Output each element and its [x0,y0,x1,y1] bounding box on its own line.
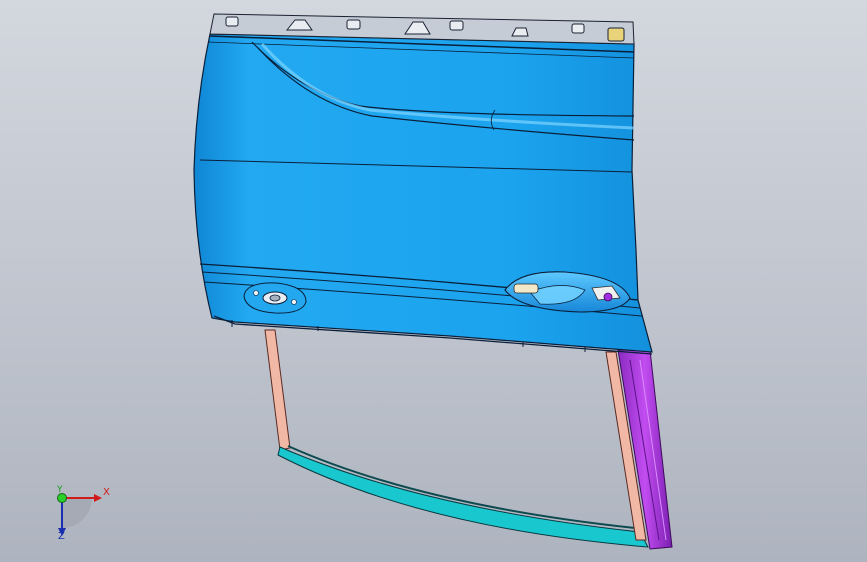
window-frame-bottom-channel [277,446,649,548]
triad-x-label: X [103,487,110,498]
cad-3d-viewport[interactable]: X Y Z [0,0,867,562]
triad-quadrant-shadow [62,498,92,528]
window-frame-left-pillar [264,329,291,451]
door-model[interactable] [0,0,867,562]
window-frame [264,329,673,550]
door-outer-panel [193,13,653,355]
triad-y-label: Y [57,485,63,495]
triad-z-label: Z [58,531,65,542]
triad-x-arrow [94,494,102,502]
